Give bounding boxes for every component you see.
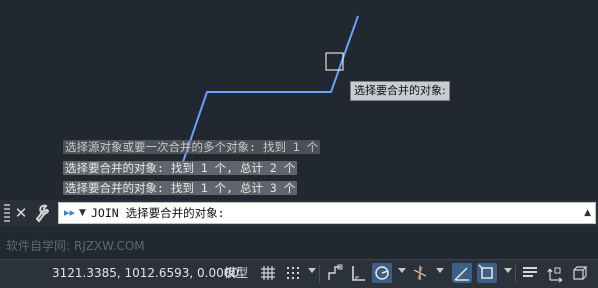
osnap-dropdown-icon[interactable] xyxy=(504,268,512,273)
coordinate-readout[interactable]: 3121.3385, 1012.6593, 0.0000 xyxy=(52,260,239,286)
snap-icon[interactable] xyxy=(283,263,303,283)
object-snap-tracking-icon[interactable] xyxy=(452,263,472,283)
recent-commands-dropdown-icon[interactable]: ▼ xyxy=(79,203,86,223)
command-history-line: 选择源对象或要一次合并的多个对象: 找到 1 个 xyxy=(63,140,321,154)
polar-dropdown-icon[interactable] xyxy=(398,268,406,273)
model-space-button[interactable]: 模型 xyxy=(224,260,248,286)
infer-constraints-icon[interactable] xyxy=(325,263,345,283)
command-prompt-icon: ▸▸ xyxy=(64,206,76,219)
separator xyxy=(515,265,516,283)
ortho-icon[interactable] xyxy=(348,263,368,283)
watermark: 软件自学网: RJZXW.COM xyxy=(6,239,145,253)
workspace-icon[interactable] xyxy=(570,263,590,283)
dynamic-input-tooltip: 选择要合并的对象: xyxy=(350,81,450,101)
drag-grip-handle[interactable] xyxy=(4,204,10,222)
annotation-scale-icon[interactable] xyxy=(546,263,566,283)
command-history-line: 选择要合并的对象: 找到 1 个, 总计 3 个 xyxy=(63,181,298,195)
command-prompt-text: JOIN 选择要合并的对象: xyxy=(91,206,225,220)
status-bar: 3121.3385, 1012.6593, 0.0000 模型 xyxy=(0,259,598,288)
command-history-toggle-icon[interactable]: ▲ xyxy=(584,203,591,223)
snap-dropdown-icon[interactable] xyxy=(308,268,316,273)
grid-icon[interactable] xyxy=(258,263,278,283)
command-input[interactable]: ▸▸ ▼ JOIN 选择要合并的对象: ▲ xyxy=(58,202,596,224)
command-line-bar: ✕ ▸▸ ▼ JOIN 选择要合并的对象: ▲ xyxy=(0,200,598,226)
wrench-icon[interactable] xyxy=(34,203,52,223)
command-history-line: 选择要合并的对象: 找到 1 个, 总计 2 个 xyxy=(63,161,298,175)
polar-tracking-icon[interactable] xyxy=(372,263,392,283)
isodraft-dropdown-icon[interactable] xyxy=(436,268,444,273)
close-icon[interactable]: ✕ xyxy=(12,203,30,223)
separator xyxy=(319,265,320,283)
lineweight-icon[interactable] xyxy=(520,263,540,283)
isometric-drafting-icon[interactable] xyxy=(410,263,430,283)
object-snap-icon[interactable] xyxy=(477,263,497,283)
